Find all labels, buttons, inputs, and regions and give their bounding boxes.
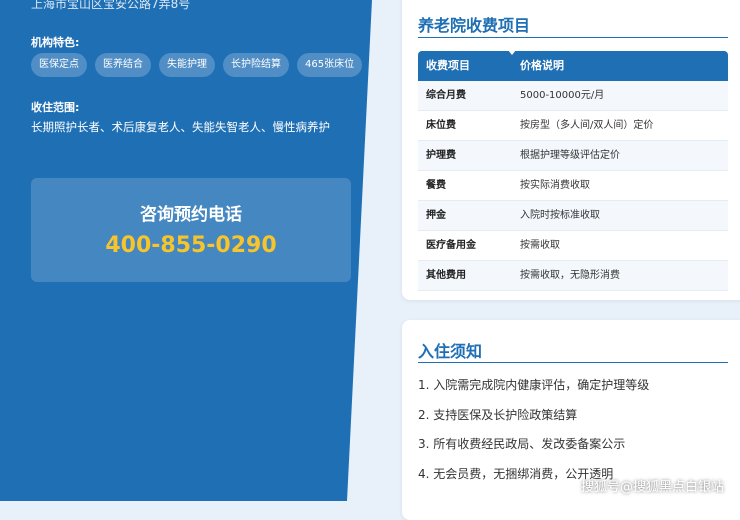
notes-card-title: 入住须知 xyxy=(418,342,483,361)
fee-price: 根据护理等级评估定价 xyxy=(520,150,620,161)
fee-table-header: 收费项目 价格说明 xyxy=(418,50,728,81)
fee-price: 入院时按标准收取 xyxy=(520,210,600,221)
fee-price: 按需收取，无隐形消费 xyxy=(520,270,620,281)
fee-item: 综合月费 xyxy=(426,90,466,101)
title-divider xyxy=(418,362,728,363)
feature-tag: 医养结合 xyxy=(95,53,151,77)
fee-item: 餐费 xyxy=(426,180,446,191)
feature-tag: 失能护理 xyxy=(159,53,215,77)
feature-tags: 医保定点 医养结合 失能护理 长护险结算 465张床位 xyxy=(31,53,363,77)
header-price: 价格说明 xyxy=(520,59,564,72)
table-row: 床位费 按房型（多人间/双人间）定价 xyxy=(418,111,728,141)
feature-tag: 465张床位 xyxy=(297,53,363,77)
table-row: 医疗备用金 按需收取 xyxy=(418,231,728,261)
table-row: 综合月费 5000-10000元/月 xyxy=(418,81,728,111)
fee-table: 收费项目 价格说明 综合月费 5000-10000元/月 床位费 按房型（多人间… xyxy=(418,50,728,291)
range-label: 收住范围: xyxy=(31,101,80,114)
feature-tag: 医保定点 xyxy=(31,53,87,77)
list-item: 3. 所有收费经民政局、发改委备案公示 xyxy=(418,437,626,451)
address-text: 上海市宝山区宝安公路7弄8号 xyxy=(31,0,191,11)
fee-item: 医疗备用金 xyxy=(426,240,476,251)
institution-info-panel: 上海市宝山区宝安公路7弄8号 机构特色: 医保定点 医养结合 失能护理 长护险结… xyxy=(0,0,372,501)
fee-price: 5000-10000元/月 xyxy=(520,90,605,101)
fee-item: 其他费用 xyxy=(426,270,466,281)
list-item: 2. 支持医保及长护险政策结算 xyxy=(418,407,578,422)
fee-item: 床位费 xyxy=(426,120,456,131)
table-row: 护理费 根据护理等级评估定价 xyxy=(418,141,728,171)
features-label: 机构特色: xyxy=(31,36,80,49)
fee-price: 按实际消费收取 xyxy=(520,180,590,191)
table-row: 押金 入院时按标准收取 xyxy=(418,201,728,231)
title-divider xyxy=(418,37,728,38)
contact-title: 咨询预约电话 xyxy=(140,205,242,225)
fee-item: 押金 xyxy=(426,210,446,221)
fee-price: 按需收取 xyxy=(520,240,560,251)
table-row: 餐费 按实际消费收取 xyxy=(418,171,728,201)
watermark-text: 搜狐号@搜狐黑点白银站 xyxy=(580,480,724,495)
header-item: 收费项目 xyxy=(426,59,470,72)
fee-price: 按房型（多人间/双人间）定价 xyxy=(520,120,654,131)
header-notch xyxy=(508,50,516,55)
feature-tag: 长护险结算 xyxy=(223,53,289,77)
fee-card: 养老院收费项目 收费项目 价格说明 综合月费 5000-10000元/月 床位费… xyxy=(402,0,740,300)
range-text: 长期照护长者、术后康复老人、失能失智老人、慢性病养护 xyxy=(31,120,330,134)
table-row: 其他费用 按需收取，无隐形消费 xyxy=(418,261,728,291)
list-item: 1. 入院需完成院内健康评估，确定护理等级 xyxy=(418,378,650,392)
fee-card-title: 养老院收费项目 xyxy=(418,16,531,35)
contact-phone-link[interactable]: 400-855-0290 xyxy=(31,233,351,258)
contact-card: 咨询预约电话 400-855-0290 xyxy=(31,178,351,282)
fee-item: 护理费 xyxy=(426,150,456,161)
